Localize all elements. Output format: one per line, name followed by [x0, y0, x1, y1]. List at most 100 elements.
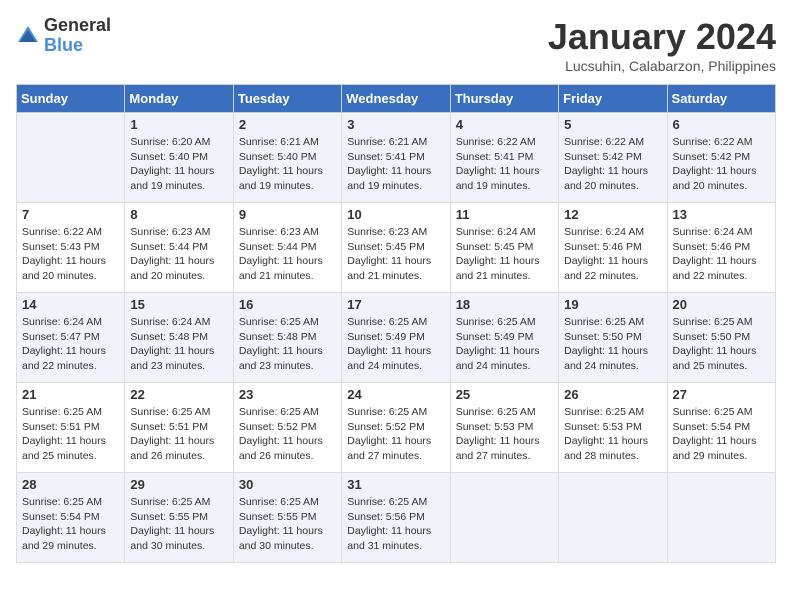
day-number: 10: [347, 207, 444, 222]
header-day-sunday: Sunday: [17, 85, 125, 113]
day-cell: 18Sunrise: 6:25 AMSunset: 5:49 PMDayligh…: [450, 293, 558, 383]
day-info: Sunrise: 6:20 AMSunset: 5:40 PMDaylight:…: [130, 135, 227, 194]
day-cell: 22 Sunrise: 6:25 AMSunset: 5:51 PMDayligh…: [125, 383, 233, 473]
day-number: 31: [347, 477, 444, 492]
day-cell: 12 Sunrise: 6:24 AMSunset: 5:46 PMDayligh…: [559, 203, 667, 293]
day-info: Sunrise: 6:25 AMSunset: 5:51 PMDaylight:…: [130, 405, 227, 464]
day-cell: 19 Sunrise: 6:25 AMSunset: 5:50 PMDayligh…: [559, 293, 667, 383]
day-info: Sunrise: 6:25 AMSunset: 5:48 PMDaylight:…: [239, 315, 336, 374]
day-info: Sunrise: 6:23 AMSunset: 5:45 PMDaylight:…: [347, 225, 444, 284]
day-number: 15: [130, 297, 227, 312]
day-number: 17: [347, 297, 444, 312]
day-number: 2: [239, 117, 336, 132]
calendar-header: SundayMondayTuesdayWednesdayThursdayFrid…: [17, 85, 776, 113]
day-cell: 15 Sunrise: 6:24 AMSunset: 5:48 PMDayligh…: [125, 293, 233, 383]
day-number: 23: [239, 387, 336, 402]
day-number: 5: [564, 117, 661, 132]
day-info: Sunrise: 6:25 AMSunset: 5:53 PMDaylight:…: [564, 405, 661, 464]
calendar-body: 1 Sunrise: 6:20 AMSunset: 5:40 PMDaylight…: [17, 113, 776, 563]
day-info: Sunrise: 6:25 AMSunset: 5:49 PMDaylight:…: [456, 315, 553, 374]
day-number: 30: [239, 477, 336, 492]
day-cell: 25 Sunrise: 6:25 AMSunset: 5:53 PMDayligh…: [450, 383, 558, 473]
day-number: 24: [347, 387, 444, 402]
day-info: Sunrise: 6:24 AMSunset: 5:46 PMDaylight:…: [564, 225, 661, 284]
day-info: Sunrise: 6:24 AMSunset: 5:47 PMDaylight:…: [22, 315, 119, 374]
day-info: Sunrise: 6:24 AMSunset: 5:46 PMDaylight:…: [673, 225, 770, 284]
day-cell: 20 Sunrise: 6:25 AMSunset: 5:50 PMDayligh…: [667, 293, 775, 383]
day-info: Sunrise: 6:21 AMSunset: 5:40 PMDaylight:…: [239, 135, 336, 194]
day-cell: 9 Sunrise: 6:23 AMSunset: 5:44 PMDaylight…: [233, 203, 341, 293]
week-row-1: 1 Sunrise: 6:20 AMSunset: 5:40 PMDaylight…: [17, 113, 776, 203]
day-cell: 3Sunrise: 6:21 AMSunset: 5:41 PMDaylight…: [342, 113, 450, 203]
week-row-4: 21 Sunrise: 6:25 AMSunset: 5:51 PMDayligh…: [17, 383, 776, 473]
title-area: January 2024 Lucsuhin, Calabarzon, Phili…: [548, 16, 776, 74]
day-info: Sunrise: 6:25 AMSunset: 5:51 PMDaylight:…: [22, 405, 119, 464]
logo-text: General Blue: [44, 16, 111, 56]
day-cell: 13 Sunrise: 6:24 AMSunset: 5:46 PMDayligh…: [667, 203, 775, 293]
day-number: 20: [673, 297, 770, 312]
day-number: 4: [456, 117, 553, 132]
day-cell: 7 Sunrise: 6:22 AMSunset: 5:43 PMDaylight…: [17, 203, 125, 293]
day-number: 16: [239, 297, 336, 312]
calendar-table: SundayMondayTuesdayWednesdayThursdayFrid…: [16, 84, 776, 563]
day-info: Sunrise: 6:25 AMSunset: 5:55 PMDaylight:…: [239, 495, 336, 554]
day-number: 7: [22, 207, 119, 222]
day-info: Sunrise: 6:23 AMSunset: 5:44 PMDaylight:…: [239, 225, 336, 284]
header-day-monday: Monday: [125, 85, 233, 113]
day-cell: 30 Sunrise: 6:25 AMSunset: 5:55 PMDayligh…: [233, 473, 341, 563]
day-info: Sunrise: 6:25 AMSunset: 5:52 PMDaylight:…: [347, 405, 444, 464]
day-number: 11: [456, 207, 553, 222]
day-cell: 2 Sunrise: 6:21 AMSunset: 5:40 PMDaylight…: [233, 113, 341, 203]
day-info: Sunrise: 6:22 AMSunset: 5:41 PMDaylight:…: [456, 135, 553, 194]
day-number: 1: [130, 117, 227, 132]
day-number: 6: [673, 117, 770, 132]
day-number: 22: [130, 387, 227, 402]
day-number: 21: [22, 387, 119, 402]
day-cell: [667, 473, 775, 563]
week-row-3: 14 Sunrise: 6:24 AMSunset: 5:47 PMDayligh…: [17, 293, 776, 383]
day-number: 14: [22, 297, 119, 312]
month-title: January 2024: [548, 16, 776, 58]
header-row: SundayMondayTuesdayWednesdayThursdayFrid…: [17, 85, 776, 113]
day-info: Sunrise: 6:25 AMSunset: 5:53 PMDaylight:…: [456, 405, 553, 464]
logo-icon: [16, 24, 40, 48]
header-day-saturday: Saturday: [667, 85, 775, 113]
day-cell: 31Sunrise: 6:25 AMSunset: 5:56 PMDayligh…: [342, 473, 450, 563]
header-day-thursday: Thursday: [450, 85, 558, 113]
day-number: 8: [130, 207, 227, 222]
day-number: 12: [564, 207, 661, 222]
header-day-friday: Friday: [559, 85, 667, 113]
day-info: Sunrise: 6:25 AMSunset: 5:52 PMDaylight:…: [239, 405, 336, 464]
header-day-tuesday: Tuesday: [233, 85, 341, 113]
day-info: Sunrise: 6:25 AMSunset: 5:50 PMDaylight:…: [564, 315, 661, 374]
day-cell: [17, 113, 125, 203]
day-cell: 27 Sunrise: 6:25 AMSunset: 5:54 PMDayligh…: [667, 383, 775, 473]
day-info: Sunrise: 6:22 AMSunset: 5:43 PMDaylight:…: [22, 225, 119, 284]
day-info: Sunrise: 6:22 AMSunset: 5:42 PMDaylight:…: [564, 135, 661, 194]
day-info: Sunrise: 6:23 AMSunset: 5:44 PMDaylight:…: [130, 225, 227, 284]
day-cell: 6 Sunrise: 6:22 AMSunset: 5:42 PMDaylight…: [667, 113, 775, 203]
day-cell: 11Sunrise: 6:24 AMSunset: 5:45 PMDayligh…: [450, 203, 558, 293]
day-number: 28: [22, 477, 119, 492]
day-cell: 8 Sunrise: 6:23 AMSunset: 5:44 PMDaylight…: [125, 203, 233, 293]
day-info: Sunrise: 6:25 AMSunset: 5:55 PMDaylight:…: [130, 495, 227, 554]
page-header: General Blue January 2024 Lucsuhin, Cala…: [16, 16, 776, 74]
day-number: 13: [673, 207, 770, 222]
day-info: Sunrise: 6:21 AMSunset: 5:41 PMDaylight:…: [347, 135, 444, 194]
logo: General Blue: [16, 16, 111, 56]
location-subtitle: Lucsuhin, Calabarzon, Philippines: [548, 58, 776, 74]
day-info: Sunrise: 6:22 AMSunset: 5:42 PMDaylight:…: [673, 135, 770, 194]
day-number: 19: [564, 297, 661, 312]
day-number: 25: [456, 387, 553, 402]
day-number: 9: [239, 207, 336, 222]
day-number: 26: [564, 387, 661, 402]
day-info: Sunrise: 6:25 AMSunset: 5:50 PMDaylight:…: [673, 315, 770, 374]
day-cell: 23 Sunrise: 6:25 AMSunset: 5:52 PMDayligh…: [233, 383, 341, 473]
day-cell: 14 Sunrise: 6:24 AMSunset: 5:47 PMDayligh…: [17, 293, 125, 383]
day-cell: 5 Sunrise: 6:22 AMSunset: 5:42 PMDaylight…: [559, 113, 667, 203]
day-cell: [559, 473, 667, 563]
day-info: Sunrise: 6:25 AMSunset: 5:54 PMDaylight:…: [673, 405, 770, 464]
day-info: Sunrise: 6:24 AMSunset: 5:48 PMDaylight:…: [130, 315, 227, 374]
day-number: 27: [673, 387, 770, 402]
week-row-5: 28Sunrise: 6:25 AMSunset: 5:54 PMDayligh…: [17, 473, 776, 563]
